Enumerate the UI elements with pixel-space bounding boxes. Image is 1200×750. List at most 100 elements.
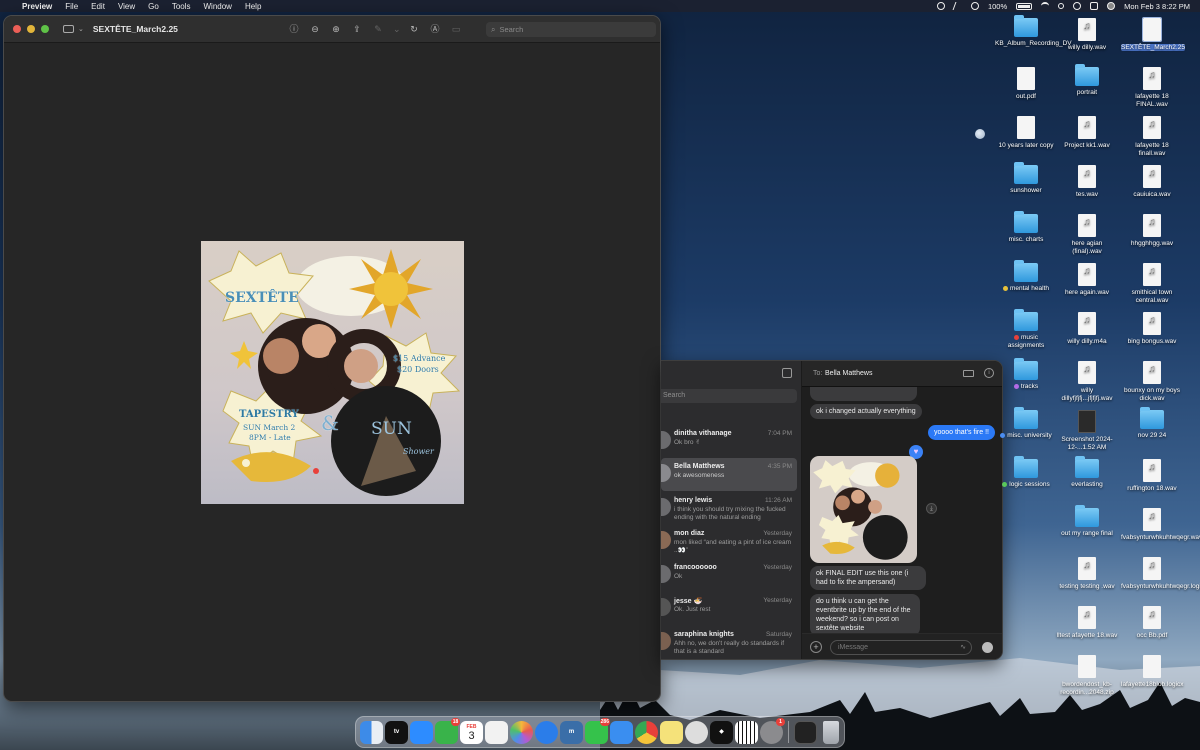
finder-icon[interactable] bbox=[360, 720, 383, 744]
video-call-icon[interactable] bbox=[963, 370, 974, 377]
outgoing-message[interactable]: yoooo that's fire !! bbox=[927, 425, 995, 440]
close-button[interactable] bbox=[13, 25, 21, 33]
desktop-icon[interactable]: out my range final bbox=[1056, 505, 1118, 538]
desktop-icon[interactable]: ♫ here agian (final).wav bbox=[1056, 214, 1118, 256]
desktop-icon[interactable]: ♫ lltest afayette 18.wav bbox=[1056, 606, 1118, 640]
rotate-icon[interactable]: ↻ bbox=[408, 23, 420, 35]
trash-icon[interactable] bbox=[823, 720, 839, 744]
menu-help[interactable]: Help bbox=[245, 2, 261, 11]
incoming-message[interactable]: do u think u can get the eventbrite up b… bbox=[810, 594, 920, 636]
conversation-item[interactable]: henry lewis 11:26 AM i think you should … bbox=[661, 492, 802, 525]
desktop-icon[interactable]: ♫ here again.wav bbox=[1056, 263, 1118, 297]
conversation-item[interactable]: mon diaz Yesterday mon liked “and eating… bbox=[661, 525, 802, 558]
desktop-icon[interactable]: ♫ bounxy on my boys dick.wav bbox=[1121, 361, 1183, 403]
desktop-icon[interactable]: ♫ lafayette 18 finall.wav bbox=[1121, 116, 1183, 158]
spotlight-icon[interactable] bbox=[1058, 3, 1065, 9]
chevron-down-icon[interactable]: ⌄ bbox=[393, 23, 401, 35]
desktop-icon[interactable]: lafayette18blob.logicx bbox=[1121, 655, 1184, 689]
menu-view[interactable]: View bbox=[118, 2, 135, 11]
sidebar-toggle-icon[interactable] bbox=[63, 25, 74, 33]
reminders-icon[interactable] bbox=[485, 720, 508, 744]
spotify-icon[interactable] bbox=[685, 720, 708, 744]
facetime-icon[interactable]: 18 bbox=[435, 717, 460, 744]
desktop-icon[interactable]: ♫ lafayette 18 FINAL.wav bbox=[1121, 67, 1183, 109]
zoom-in-icon[interactable]: ⊕ bbox=[330, 23, 342, 35]
desktop-icon[interactable]: everlasting bbox=[1056, 456, 1118, 489]
battery-icon[interactable] bbox=[1016, 2, 1033, 10]
wifi-icon[interactable] bbox=[1041, 2, 1050, 10]
messages-icon[interactable]: 286 bbox=[585, 717, 610, 744]
conversation-item[interactable]: jesse 🍜 Yesterday Ok. Just rest bbox=[661, 592, 802, 625]
desktop-icon[interactable]: out.pdf bbox=[995, 67, 1057, 101]
now-playing-icon[interactable] bbox=[936, 2, 945, 10]
markup-icon[interactable]: Ⓐ bbox=[429, 23, 441, 35]
zoom-icon[interactable] bbox=[410, 720, 433, 744]
audio-message-icon[interactable]: ∿ bbox=[960, 641, 966, 654]
conversation-item[interactable]: saraphina knights Saturday Ahh no, we do… bbox=[661, 626, 802, 659]
desktop-icon[interactable]: SEXTÊTE_March2.25 bbox=[1121, 17, 1185, 52]
desktop-icon[interactable]: ♫ cauiuica.wav bbox=[1121, 165, 1183, 199]
desktop-icon[interactable]: KB_Album_Recording_DV bbox=[995, 15, 1072, 48]
desktop-icon[interactable]: nov 29 24 bbox=[1121, 407, 1183, 440]
desktop-icon[interactable]: ♫ tes.wav bbox=[1056, 165, 1118, 199]
desktop-icon[interactable]: ♫ hhgghhgg.wav bbox=[1121, 214, 1183, 248]
notes-icon[interactable] bbox=[660, 720, 683, 744]
desktop-icon[interactable]: ♫ willy dilly.wav bbox=[1056, 18, 1118, 52]
mail-icon[interactable] bbox=[610, 720, 633, 744]
menubar-clock[interactable]: Mon Feb 3 8:22 PM bbox=[1124, 2, 1190, 11]
desktop-icon[interactable]: misc. charts bbox=[995, 211, 1057, 244]
menu-app-name[interactable]: Preview bbox=[22, 2, 52, 11]
preview-search[interactable]: ⌕ Search bbox=[486, 22, 656, 37]
chrome-icon[interactable] bbox=[635, 720, 658, 744]
desktop-icon[interactable]: music assignments bbox=[995, 309, 1057, 350]
compose-icon[interactable] bbox=[782, 368, 792, 378]
desktop-icon[interactable]: ♫ testing testing .wav bbox=[1056, 557, 1118, 591]
zoom-button[interactable] bbox=[41, 25, 49, 33]
muse-icon[interactable]: m bbox=[560, 720, 583, 744]
bluetooth-off-icon[interactable] bbox=[952, 2, 964, 10]
desktop-icon[interactable]: misc. university bbox=[995, 407, 1057, 440]
info-icon[interactable]: i bbox=[984, 368, 994, 378]
poster-image-message[interactable] bbox=[810, 456, 917, 563]
incoming-message[interactable]: ok i changed actually everything bbox=[810, 404, 922, 419]
desktop-icon[interactable]: ♫ willy dilly.m4a bbox=[1056, 312, 1118, 346]
photos-icon[interactable] bbox=[510, 720, 533, 744]
tidal-icon[interactable]: ◆ bbox=[710, 720, 733, 744]
minimized-window-icon[interactable] bbox=[794, 720, 817, 744]
desktop-icon[interactable]: 10 years later copy bbox=[995, 116, 1057, 150]
safari-icon[interactable] bbox=[535, 720, 558, 744]
save-image-icon[interactable]: ⤓ bbox=[926, 503, 937, 514]
apps-plus-icon[interactable]: + bbox=[810, 641, 822, 653]
menu-file[interactable]: File bbox=[65, 2, 78, 11]
user-icon[interactable] bbox=[1073, 2, 1082, 10]
imessage-input[interactable]: iMessage ∿ bbox=[830, 640, 972, 655]
desktop-icon[interactable]: ♫ willy dillyfjfjfj...jfjfjfj.wav bbox=[1056, 361, 1118, 403]
previous-image-message[interactable] bbox=[810, 387, 917, 401]
desktop-icon[interactable]: ♫ Project kk1.wav bbox=[1056, 116, 1118, 150]
recipient-name[interactable]: Bella Matthews bbox=[825, 370, 872, 377]
desktop-icon[interactable]: ♫ fvabsynturwhkuhtwqegr.wav bbox=[1121, 508, 1200, 542]
siri-icon[interactable] bbox=[1107, 2, 1116, 10]
info-icon[interactable]: ⓘ bbox=[288, 23, 300, 35]
desktop-icon[interactable]: portrait bbox=[1056, 64, 1118, 97]
control-center-icon[interactable] bbox=[1090, 2, 1099, 10]
zoom-out-icon[interactable]: ⊖ bbox=[309, 23, 321, 35]
markup-pen-icon[interactable]: ✎ bbox=[372, 23, 384, 35]
minimize-button[interactable] bbox=[27, 25, 35, 33]
menu-edit[interactable]: Edit bbox=[91, 2, 105, 11]
focus-icon[interactable] bbox=[970, 2, 979, 10]
conversation-item[interactable]: francoooooo Yesterday Ok bbox=[661, 559, 802, 592]
desktop-icon[interactable]: Screenshot 2024-12-...1.52 AM bbox=[1056, 410, 1118, 452]
incoming-message[interactable]: ok FINAL EDIT use this one (i had to fix… bbox=[810, 566, 926, 590]
desktop-icon[interactable]: tracks bbox=[995, 358, 1057, 391]
desktop-icon[interactable]: ♫ fvabsynturwhkuhtwqegr.logicx bbox=[1121, 557, 1200, 591]
conversation-item-selected[interactable]: Bella Matthews 4:35 PM ok awesomeness bbox=[661, 458, 797, 491]
desktop-icon[interactable]: ♫ ruffington 18.wav bbox=[1121, 459, 1183, 493]
desktop-icon[interactable]: ♫ occ Bb.pdf bbox=[1121, 606, 1183, 640]
menu-tools[interactable]: Tools bbox=[172, 2, 191, 11]
messages-search[interactable]: Search bbox=[661, 389, 797, 403]
desktop-icon[interactable]: bwordendost_kb-recordin...2048.zip bbox=[1056, 655, 1118, 697]
desktop-icon[interactable]: mental health bbox=[995, 260, 1057, 293]
emoji-icon[interactable] bbox=[982, 642, 993, 653]
desktop-icon[interactable]: logic sessions bbox=[995, 456, 1057, 489]
